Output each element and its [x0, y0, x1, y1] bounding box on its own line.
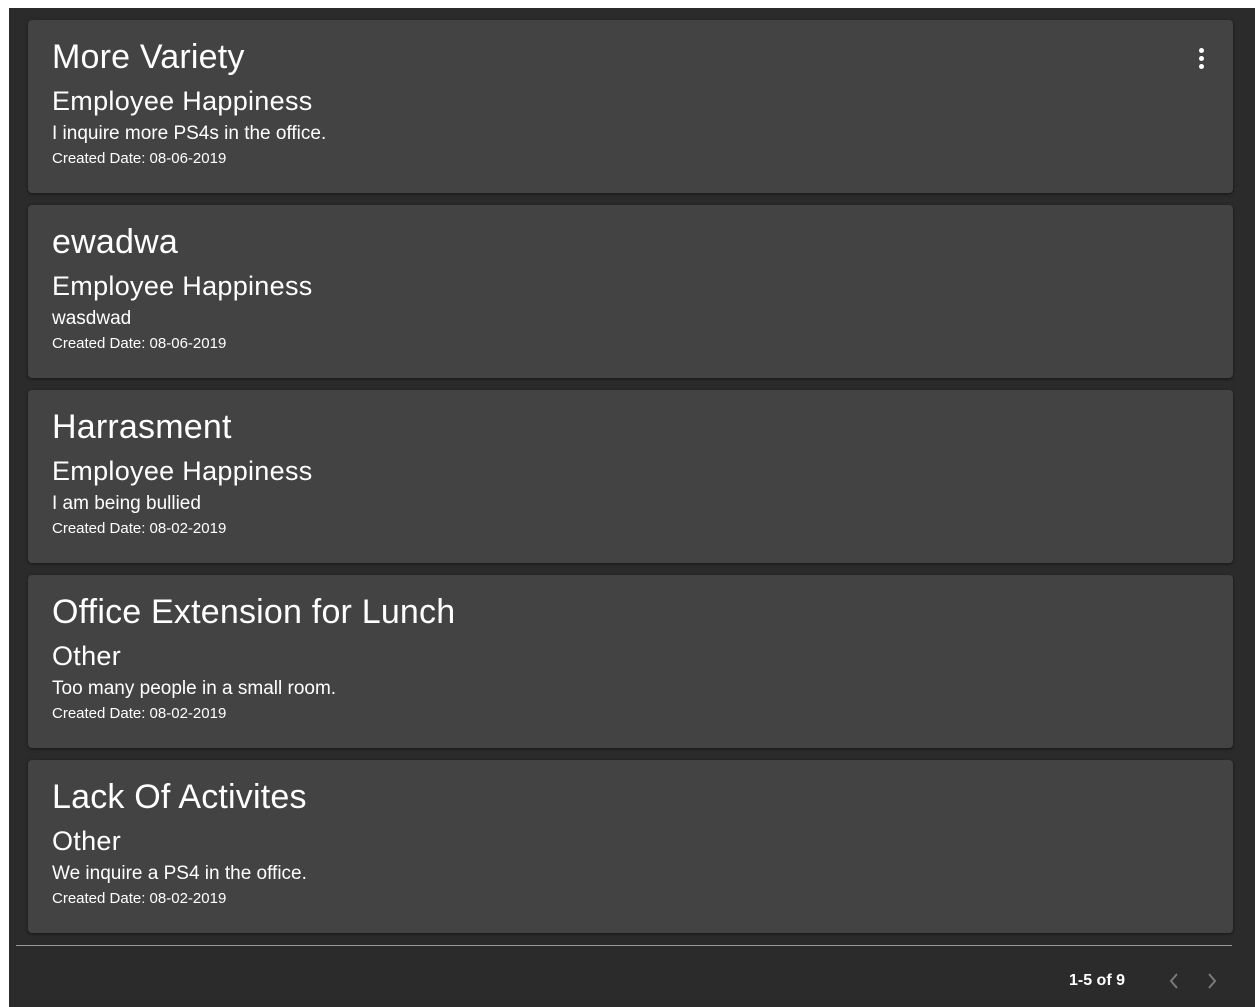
card-title: ewadwa [52, 223, 178, 261]
suggestion-list: More Variety Employee Happiness I inquir… [28, 20, 1233, 945]
card-title: Harrasment [52, 408, 232, 446]
card-category: Employee Happiness [52, 271, 313, 301]
card-category: Other [52, 826, 122, 856]
card-category: Employee Happiness [52, 86, 313, 116]
card-title: More Variety [52, 38, 245, 76]
previous-page-button[interactable] [1161, 968, 1187, 994]
card-title: Lack Of Activites [52, 778, 307, 816]
card-created-date: Created Date: 08-02-2019 [52, 520, 227, 537]
suggestion-card[interactable]: Lack Of Activites Other We inquire a PS4… [28, 760, 1233, 933]
pagination-range: 1-5 of 9 [1068, 972, 1125, 989]
suggestion-card[interactable]: More Variety Employee Happiness I inquir… [28, 20, 1233, 193]
footer-divider [16, 945, 1232, 946]
card-created-date: Created Date: 08-06-2019 [52, 150, 227, 167]
suggestion-card[interactable]: ewadwa Employee Happiness wasdwad Create… [28, 205, 1233, 378]
next-page-button[interactable] [1199, 968, 1225, 994]
pagination: 1-5 of 9 [1069, 968, 1225, 994]
suggestion-card[interactable]: Harrasment Employee Happiness I am being… [28, 390, 1233, 563]
more-vert-icon[interactable] [1195, 48, 1207, 74]
card-category: Employee Happiness [52, 456, 313, 486]
card-created-date: Created Date: 08-02-2019 [52, 705, 227, 722]
card-created-date: Created Date: 08-06-2019 [52, 335, 227, 352]
card-title: Office Extension for Lunch [52, 593, 456, 631]
card-description: We inquire a PS4 in the office. [52, 863, 307, 884]
chevron-right-icon [1208, 973, 1217, 989]
chevron-left-icon [1169, 973, 1178, 989]
suggestions-panel: More Variety Employee Happiness I inquir… [9, 8, 1255, 1007]
card-description: I inquire more PS4s in the office. [52, 123, 327, 144]
card-description: wasdwad [52, 308, 132, 329]
card-created-date: Created Date: 08-02-2019 [52, 890, 227, 907]
suggestion-card[interactable]: Office Extension for Lunch Other Too man… [28, 575, 1233, 748]
card-description: I am being bullied [52, 493, 201, 514]
card-category: Other [52, 641, 122, 671]
card-description: Too many people in a small room. [52, 678, 337, 699]
